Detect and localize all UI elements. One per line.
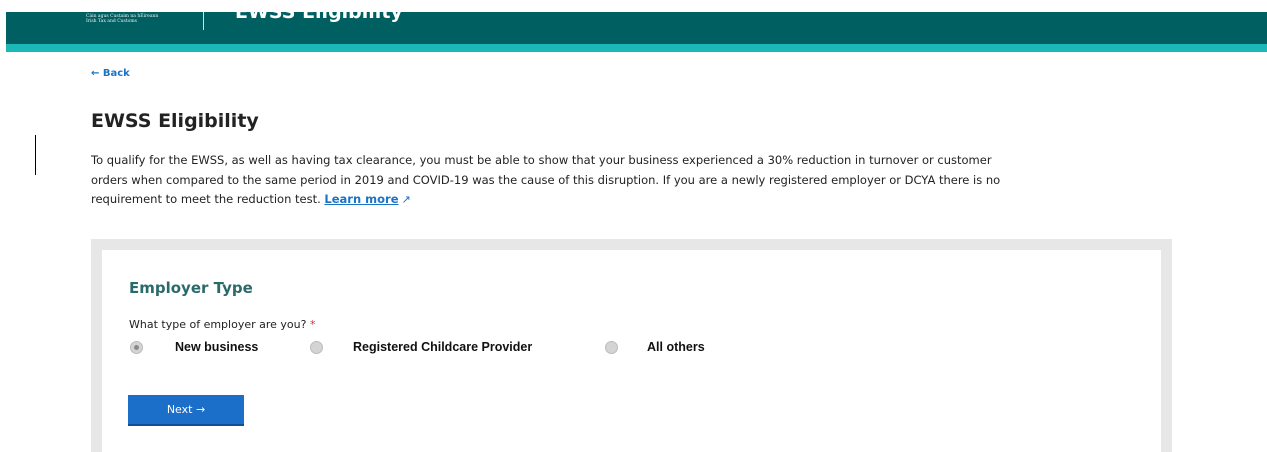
radio-all-others[interactable] [605, 341, 618, 354]
option-label-all-others[interactable]: All others [647, 340, 705, 354]
next-button[interactable]: Next → [128, 395, 244, 426]
required-marker: * [309, 318, 316, 331]
page-title: EWSS Eligibility [91, 110, 259, 132]
option-label-registered-childcare-provider[interactable]: Registered Childcare Provider [353, 340, 532, 354]
learn-more-link[interactable]: Learn more [324, 192, 398, 206]
section-title: Employer Type [129, 279, 253, 297]
site-header: Cáin agus Custaim na hÉireann Irish Tax … [6, 12, 1267, 44]
form-card [102, 250, 1161, 452]
question-text: What type of employer are you? [129, 318, 307, 331]
revenue-logo[interactable]: Cáin agus Custaim na hÉireann Irish Tax … [86, 14, 158, 24]
header-divider [203, 12, 204, 30]
logo-line-english: Irish Tax and Customs [86, 19, 137, 24]
radio-new-business[interactable] [130, 341, 143, 354]
intro-text: To qualify for the EWSS, as well as havi… [91, 153, 1001, 206]
employer-type-question: What type of employer are you? * [129, 318, 315, 331]
intro-paragraph: To qualify for the EWSS, as well as havi… [91, 151, 1031, 210]
external-link-icon: ↗ [401, 193, 411, 206]
radio-registered-childcare-provider[interactable] [310, 341, 323, 354]
back-link[interactable]: ← Back [91, 68, 130, 79]
text-cursor [35, 135, 36, 175]
header-accent-bar [6, 44, 1267, 52]
header-app-title: EWSS Eligibility [235, 12, 403, 23]
option-label-new-business[interactable]: New business [175, 340, 258, 354]
